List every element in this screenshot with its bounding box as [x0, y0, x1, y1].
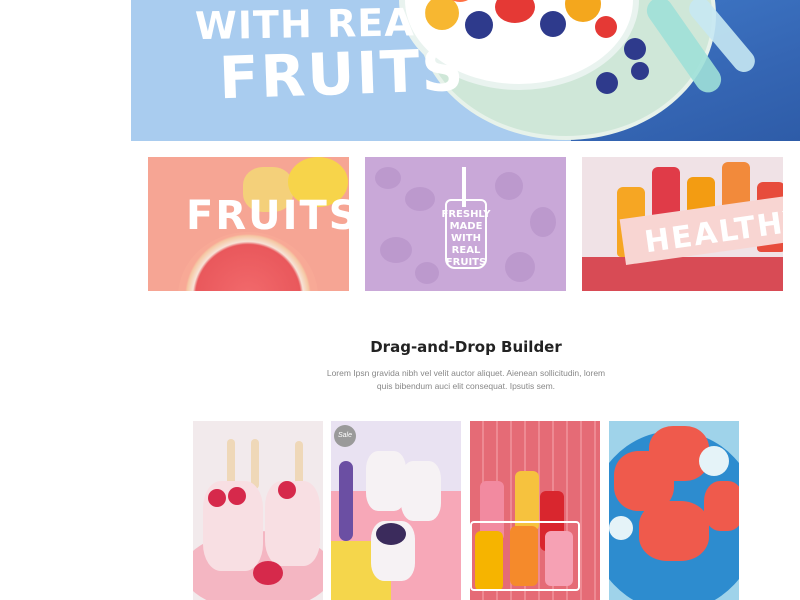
- healthy-tile[interactable]: HEALTHY: [582, 157, 783, 291]
- blueberry-image: [596, 72, 618, 94]
- section-description: Lorem Ipsn gravida nibh vel velit auctor…: [326, 368, 606, 391]
- blueberry-image: [624, 38, 646, 60]
- product-card[interactable]: [193, 421, 323, 600]
- section-title: Drag-and-Drop Builder: [370, 338, 562, 356]
- page: WITH REAL FRUITS FRUITS FRESHLY MADE WIT…: [0, 0, 800, 600]
- table-surface: [582, 257, 783, 291]
- hero-headline-line2: FRUITS: [217, 35, 467, 113]
- hero-banner: WITH REAL FRUITS: [131, 0, 800, 141]
- product-card[interactable]: [470, 421, 600, 600]
- sale-badge: Sale: [334, 425, 356, 447]
- freshly-made-tile[interactable]: FRESHLY MADE WITH REAL FRUITS: [365, 157, 566, 291]
- freshly-made-tile-label: FRESHLY MADE WITH REAL FRUITS: [441, 209, 491, 268]
- product-card[interactable]: Sale: [331, 421, 461, 600]
- fruits-tile-label: FRUITS: [186, 193, 349, 239]
- fruits-tile[interactable]: FRUITS: [148, 157, 349, 291]
- blueberry-image: [631, 62, 649, 80]
- product-card[interactable]: [609, 421, 739, 600]
- grapefruit-image: [178, 232, 318, 291]
